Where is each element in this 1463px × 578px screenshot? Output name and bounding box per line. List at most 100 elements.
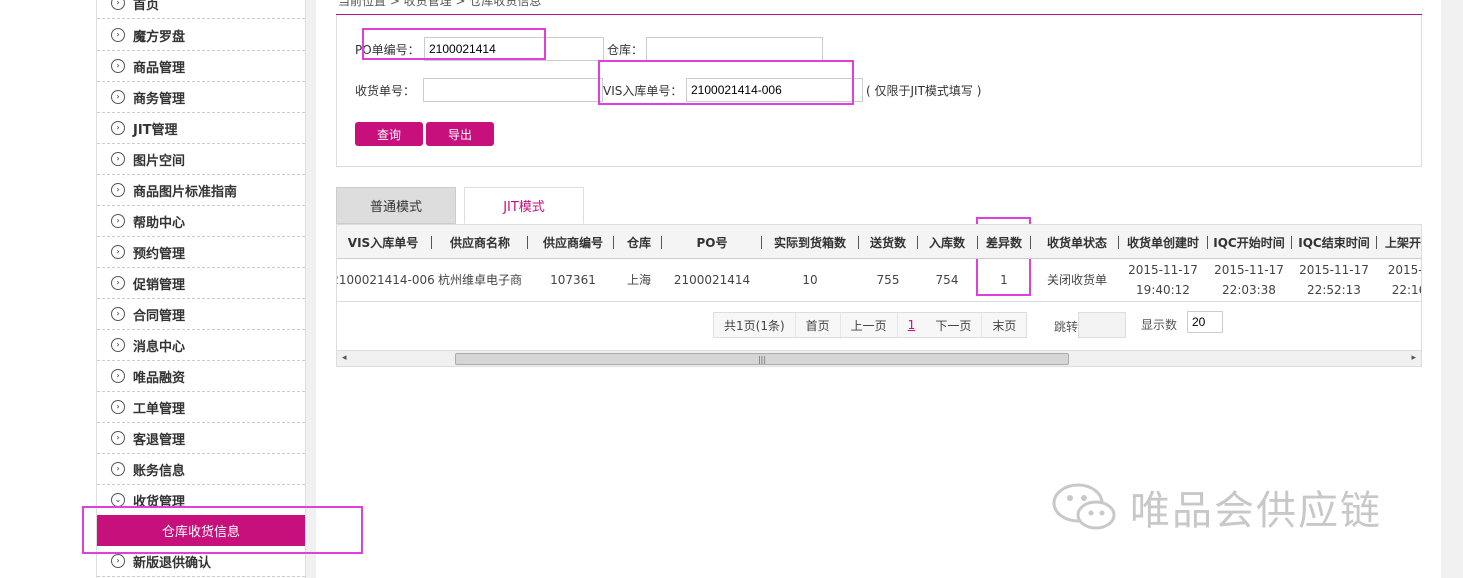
sidebar-item-label: 商品图片标准指南 [133, 184, 238, 200]
po-label: PO单编号： [355, 43, 420, 57]
chevron-right-circle-icon: › [111, 338, 125, 352]
row-divider [337, 301, 1421, 302]
jump-label: 跳转 [1054, 320, 1079, 334]
column-header: VIS入库单号 [347, 235, 419, 250]
chevron-right-circle-icon: › [111, 59, 125, 73]
sidebar-subitem-warehouse-receipt[interactable]: 仓库收货信息 [97, 515, 305, 546]
sidebar-item-label: 商务管理 [133, 91, 186, 107]
table-header: VIS入库单号 供应商名称 供应商编号 仓库 PO号 实际到货箱数 送货数 入库数 差异数 收货单… [337, 225, 1421, 259]
scroll-left-icon[interactable]: ◂ [342, 353, 347, 363]
sidebar-item-label: 合同管理 [133, 308, 186, 324]
export-button[interactable]: 导出 [426, 122, 494, 146]
table-cell: 2015-11-17 22:03:38 [1209, 259, 1289, 301]
chevron-right-circle-icon: › [111, 400, 125, 414]
sidebar-item[interactable]: › 唯品融资 [97, 361, 305, 392]
sidebar-item[interactable]: › 预约管理 [97, 237, 305, 268]
receipt-input[interactable] [423, 78, 603, 102]
sidebar-item[interactable]: › 合同管理 [97, 299, 305, 330]
table-cell: 2100021414-006 [336, 273, 435, 287]
column-header: 上架开始 [1384, 235, 1421, 250]
chevron-right-circle-icon: › [111, 307, 125, 321]
sidebar-item-label: 图片空间 [133, 153, 186, 169]
pagesize-input[interactable] [1187, 311, 1223, 333]
column-header: 送货数 [869, 235, 906, 250]
po-input[interactable] [424, 37, 604, 61]
table-cell: 754 [935, 273, 959, 287]
sidebar-item[interactable]: › 魔方罗盘 [97, 20, 305, 51]
column-separator [858, 236, 859, 249]
column-header: 实际到货箱数 [773, 235, 846, 250]
chevron-right-circle-icon: › [111, 431, 125, 445]
sidebar-item-label: 收货管理 [133, 494, 186, 510]
sidebar-item[interactable]: ⌄ 收货管理 [97, 485, 305, 516]
right-gutter [1441, 0, 1463, 578]
column-header: IQC结束时间 [1298, 235, 1370, 250]
breadcrumb: 当前位置 > 收货管理 > 仓库收货信息 [338, 0, 542, 8]
sidebar-item-label: 首页 [133, 0, 160, 13]
sidebar-item[interactable]: › 消息中心 [97, 330, 305, 361]
sidebar-item-label: 消息中心 [133, 339, 186, 355]
pager-last[interactable]: 末页 [982, 313, 1026, 337]
vis-input[interactable] [686, 78, 863, 102]
receipt-table: VIS入库单号 供应商名称 供应商编号 仓库 PO号 实际到货箱数 送货数 入库数 差异数 收货单… [336, 224, 1422, 367]
table-cell: 2015-11-17 19:40:12 [1123, 259, 1203, 301]
table-cell-line: 2015-11-17 [1214, 263, 1284, 277]
sidebar-item[interactable]: › 商品管理 [97, 51, 305, 82]
tab-jit-mode[interactable]: JIT模式 [464, 187, 584, 224]
sidebar-item-label: 预约管理 [133, 246, 186, 262]
sidebar-item[interactable]: › 帮助中心 [97, 206, 305, 237]
tab-normal-mode[interactable]: 普通模式 [336, 187, 456, 224]
column-header: IQC开始时间 [1213, 235, 1285, 250]
chevron-right-circle-icon: › [111, 276, 125, 290]
column-separator [977, 236, 978, 249]
pager-next[interactable]: 下一页 [925, 313, 983, 337]
column-header: 仓库 [626, 235, 651, 250]
pager-prev[interactable]: 上一页 [841, 313, 898, 337]
table-cell: 755 [876, 273, 900, 287]
sidebar-item[interactable]: › 图片空间 [97, 144, 305, 175]
sidebar-item[interactable]: › 商务管理 [97, 82, 305, 113]
sidebar-item[interactable]: › 商品图片标准指南 [97, 175, 305, 206]
sidebar-item-label: 新版退供确认 [133, 555, 212, 571]
pagesize-label: 显示数 [1141, 318, 1178, 332]
sidebar-item[interactable]: › 促销管理 [97, 268, 305, 299]
sidebar-item-label: 账务信息 [133, 463, 186, 479]
column-header: 供应商编号 [542, 235, 603, 250]
table-cell: 107361 [550, 273, 596, 287]
scrollbar-thumb[interactable]: ||| [455, 353, 1069, 365]
table-cell: 2100021414 [673, 273, 751, 287]
query-button[interactable]: 查询 [355, 122, 423, 146]
table-cell-line: 19:40:12 [1136, 283, 1190, 297]
pager-current[interactable]: 1 [898, 313, 926, 337]
watermark: 唯品会供应链 [1050, 478, 1382, 536]
sidebar-item[interactable]: › 工单管理 [97, 392, 305, 423]
sidebar-item[interactable]: › 新版退供确认 [97, 546, 305, 577]
pager-total: 共1页(1条) [714, 313, 796, 337]
chevron-right-circle-icon: › [111, 245, 125, 259]
sidebar-item-label: 帮助中心 [133, 215, 186, 231]
chevron-right-circle-icon: › [111, 462, 125, 476]
vis-note: ( 仅限于JIT模式填写 ) [866, 84, 982, 98]
sidebar-item-label: 商品管理 [133, 60, 186, 76]
chevron-right-circle-icon: › [111, 121, 125, 135]
sidebar-item[interactable]: › 首页 [97, 0, 305, 19]
warehouse-input[interactable] [646, 37, 823, 61]
sidebar-item[interactable]: › 客退管理 [97, 423, 305, 454]
sidebar-item-label: 唯品融资 [133, 370, 186, 386]
column-separator [917, 236, 918, 249]
chevron-right-circle-icon: › [111, 0, 125, 10]
chevron-right-circle-icon: › [111, 554, 125, 568]
sidebar-item[interactable]: › JIT管理 [97, 113, 305, 144]
jump-input[interactable] [1078, 312, 1126, 338]
warehouse-label: 仓库： [607, 43, 644, 57]
column-header: 入库数 [928, 235, 965, 250]
column-separator [613, 236, 614, 249]
column-header: PO号 [696, 235, 728, 250]
pager-first[interactable]: 首页 [796, 313, 841, 337]
horizontal-scrollbar[interactable]: ◂ ||| ▸ [337, 350, 1421, 366]
sidebar-item[interactable]: › 账务信息 [97, 454, 305, 485]
table-cell: 杭州维卓电子商 [437, 273, 522, 287]
table-cell: 关闭收货单 [1046, 273, 1107, 287]
vis-label: VIS入库单号： [603, 84, 683, 98]
scroll-right-icon[interactable]: ▸ [1411, 353, 1416, 363]
